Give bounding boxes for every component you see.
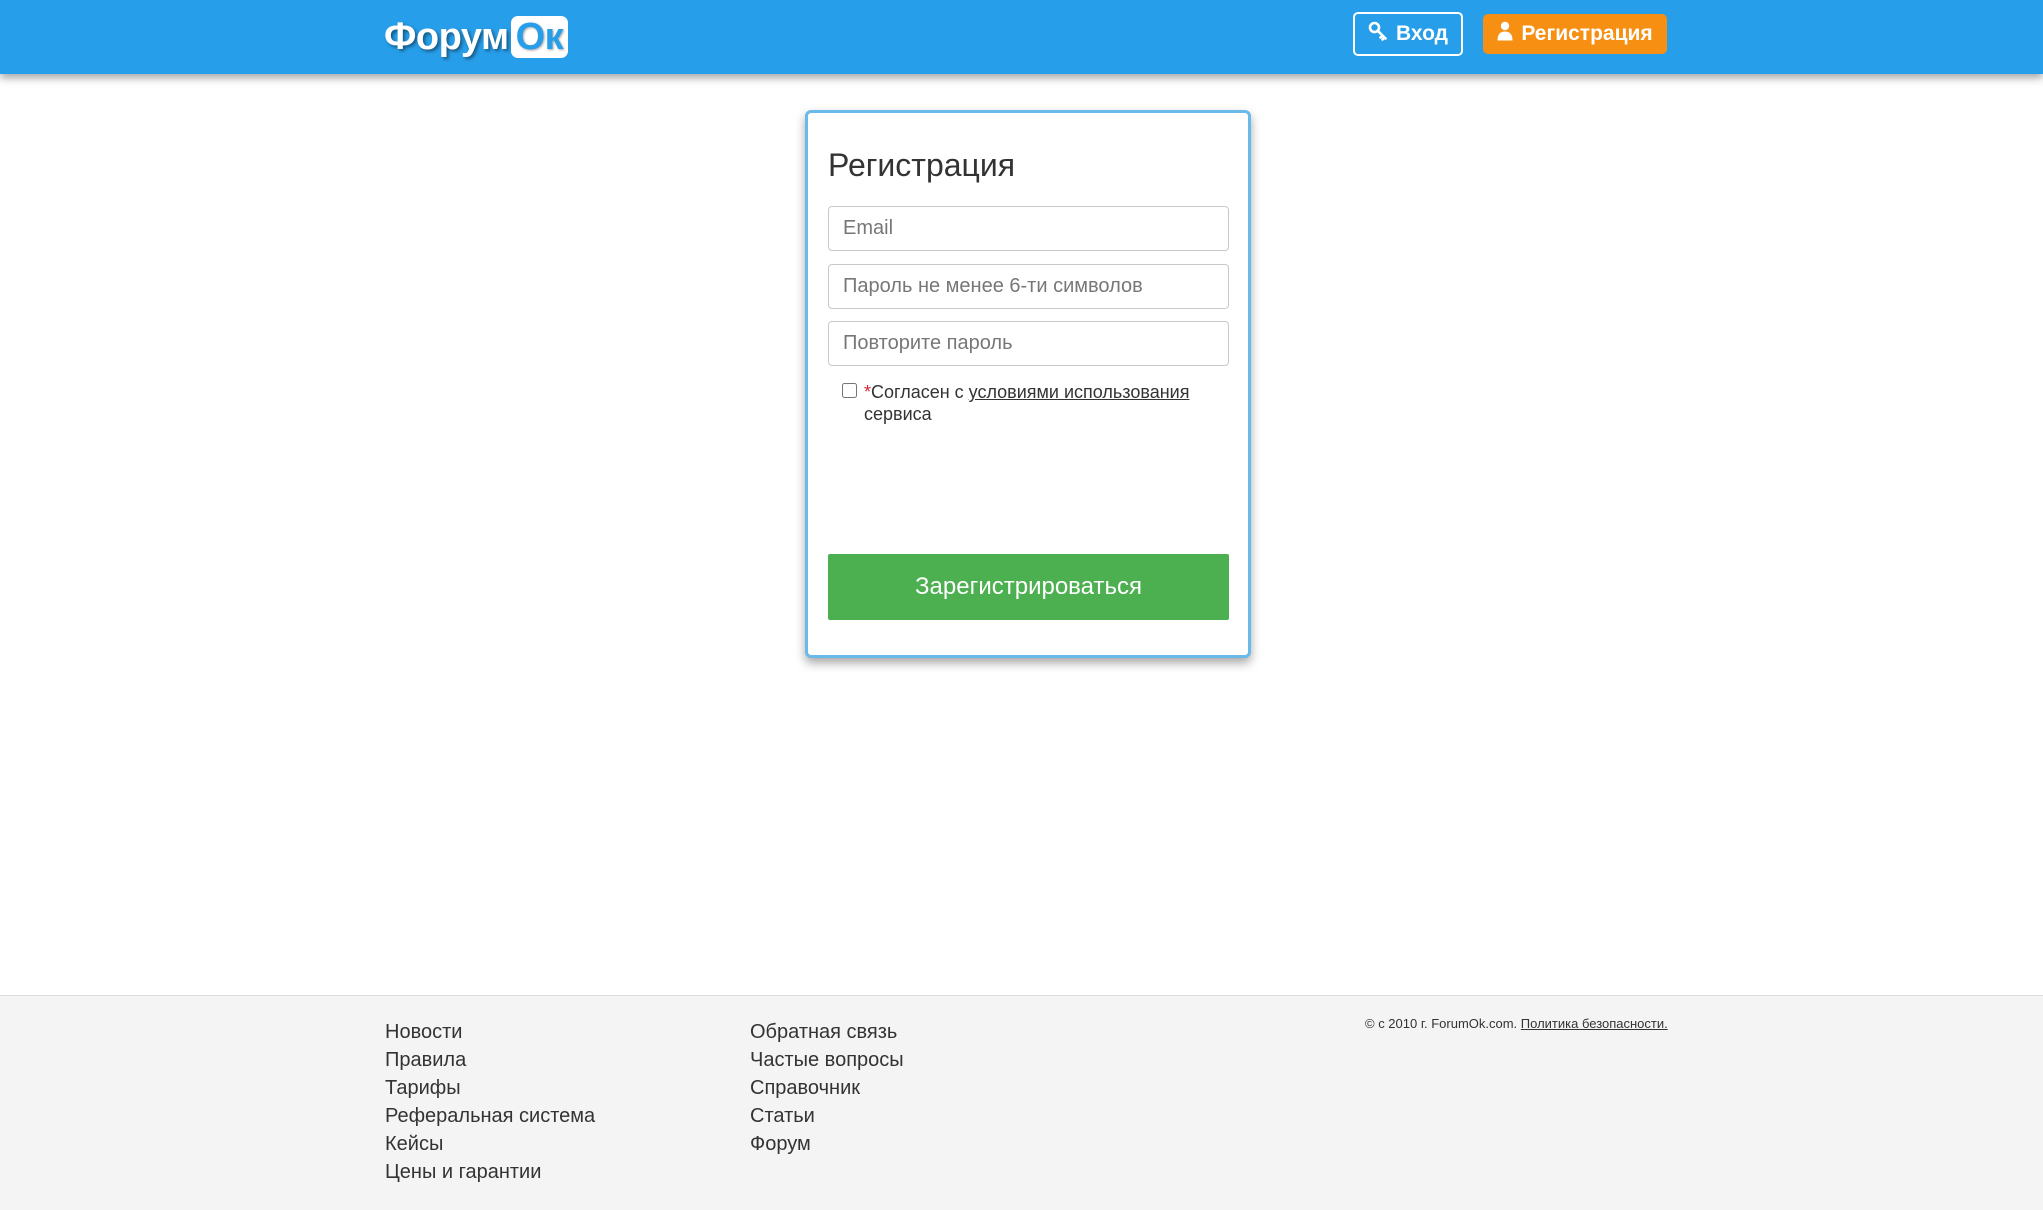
footer-link-item: Реферальная система [385,1102,595,1130]
footer-link-reference[interactable]: Справочник [750,1077,860,1099]
privacy-policy-link[interactable]: Политика безопасности. [1521,1016,1668,1031]
login-button[interactable]: Вход [1353,12,1463,56]
email-field[interactable] [828,206,1229,251]
footer-link-item: Справочник [750,1074,904,1102]
repeat-password-field[interactable] [828,321,1229,366]
login-label: Вход [1396,22,1448,45]
footer-link-rules[interactable]: Правила [385,1049,466,1071]
footer-link-faq[interactable]: Частые вопросы [750,1049,904,1071]
terms-link[interactable]: условиями использования [969,382,1190,402]
required-mark: * [864,382,872,402]
footer-link-cases[interactable]: Кейсы [385,1133,443,1155]
site-logo[interactable]: Форум Ок [384,15,569,58]
footer-link-item: Кейсы [385,1130,595,1158]
terms-prefix: Согласен с [871,382,969,402]
footer-link-tariffs[interactable]: Тарифы [385,1077,461,1099]
logo-ok-badge: Ок [510,16,569,58]
registration-card: Регистрация *Согласен с условиями исполь… [805,110,1251,658]
logo-text: Форум [384,15,509,58]
site-header: Форум Ок Вход Регистрация [0,0,2043,74]
footer-link-item: Форум [750,1130,904,1158]
terms-text: *Согласен с условиями использования серв… [842,381,1232,425]
footer-link-forum[interactable]: Форум [750,1133,811,1155]
header-register-button[interactable]: Регистрация [1483,14,1667,54]
password-field[interactable] [828,264,1229,309]
copyright: © с 2010 г. ForumOk.com. Политика безопа… [1365,1016,1668,1031]
site-footer: Новости Правила Тарифы Реферальная систе… [0,995,2043,1210]
user-icon [1497,21,1513,47]
footer-link-item: Цены и гарантии [385,1158,595,1186]
form-title: Регистрация [828,147,1016,183]
footer-link-articles[interactable]: Статьи [750,1105,815,1127]
key-icon [1368,21,1388,47]
footer-link-item: Обратная связь [750,1018,904,1046]
footer-link-feedback[interactable]: Обратная связь [750,1021,897,1043]
footer-link-news[interactable]: Новости [385,1021,462,1043]
footer-link-item: Статьи [750,1102,904,1130]
copyright-text: © с 2010 г. ForumOk.com. [1365,1016,1521,1031]
footer-link-item: Правила [385,1046,595,1074]
terms-suffix: сервиса [864,404,932,424]
submit-register-button[interactable]: Зарегистрироваться [828,554,1229,620]
footer-links-primary: Новости Правила Тарифы Реферальная систе… [385,1018,595,1186]
footer-link-item: Частые вопросы [750,1046,904,1074]
footer-links-secondary: Обратная связь Частые вопросы Справочник… [750,1018,904,1158]
terms-agreement: *Согласен с условиями использования серв… [842,381,1232,425]
footer-link-referral[interactable]: Реферальная система [385,1105,595,1127]
register-label: Регистрация [1521,22,1653,45]
footer-link-item: Тарифы [385,1074,595,1102]
footer-link-prices[interactable]: Цены и гарантии [385,1161,541,1183]
footer-link-item: Новости [385,1018,595,1046]
terms-checkbox[interactable] [842,383,857,398]
